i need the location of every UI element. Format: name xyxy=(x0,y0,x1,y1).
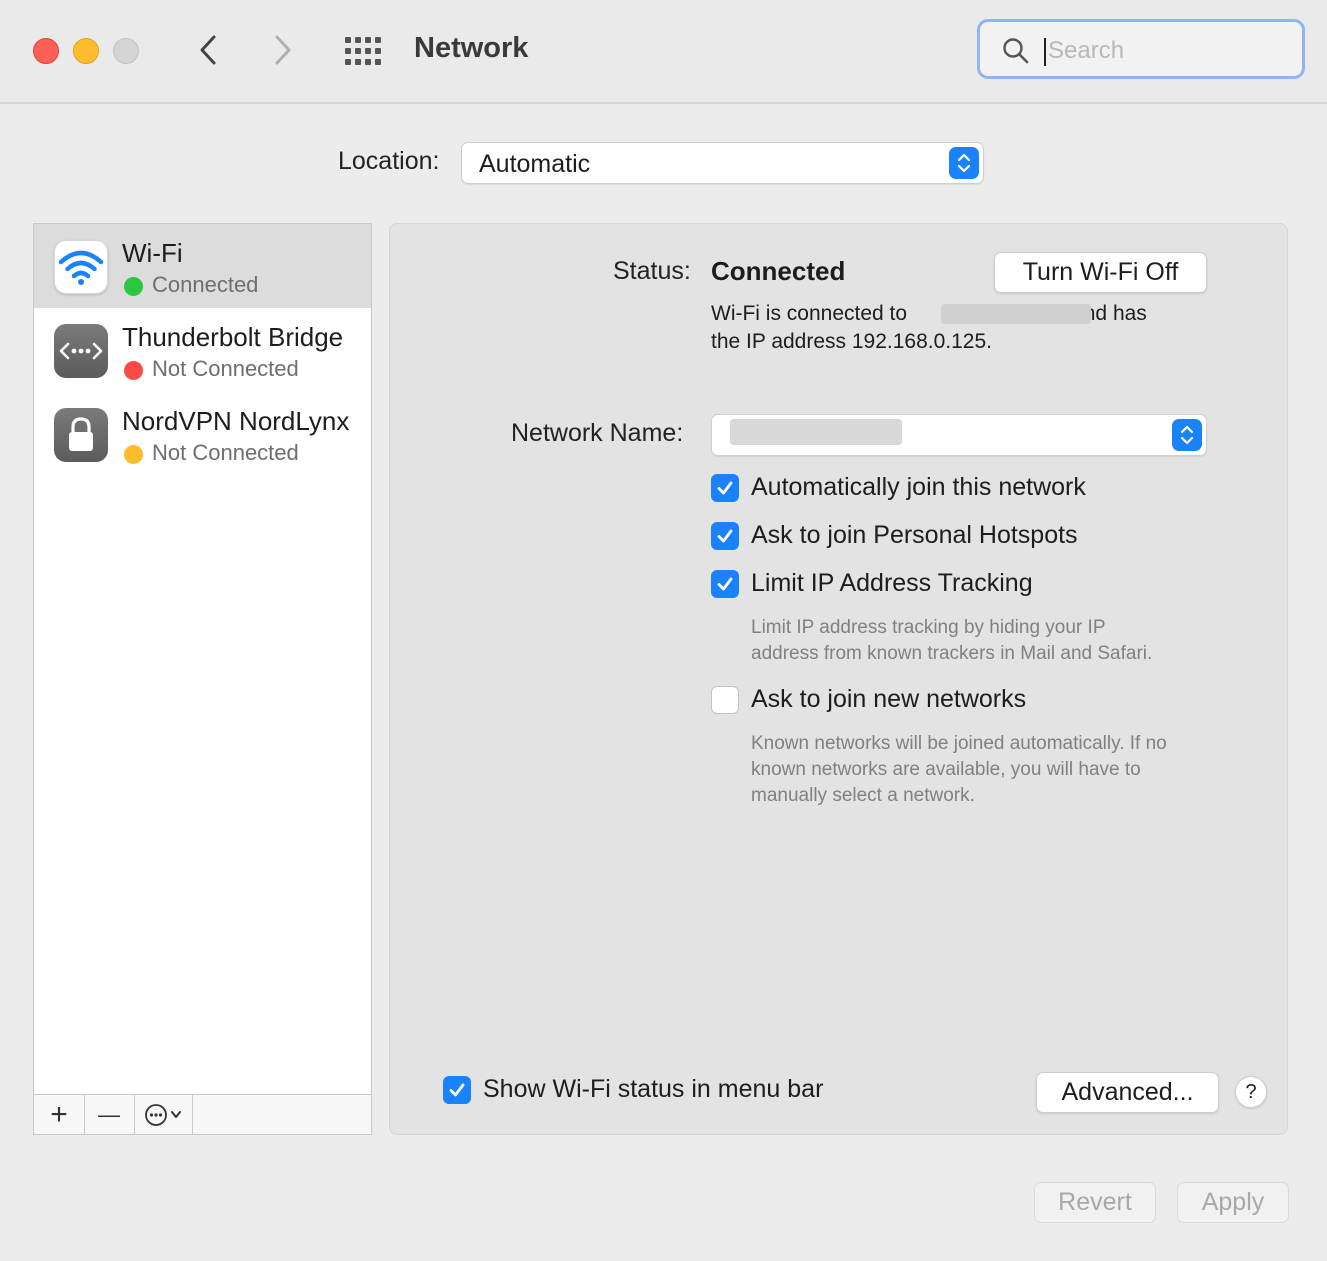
service-status: Not Connected xyxy=(152,356,299,381)
service-name: NordVPN NordLynx xyxy=(122,406,350,436)
checkmark-icon xyxy=(449,1083,465,1097)
chevron-left-icon xyxy=(200,35,216,65)
service-name: Thunderbolt Bridge xyxy=(122,322,344,352)
location-select[interactable]: Automatic xyxy=(461,142,984,184)
location-value: Automatic xyxy=(479,150,591,178)
forward-button[interactable] xyxy=(263,30,303,70)
checkmark-icon xyxy=(717,577,733,591)
limit-ip-help-line1: Limit IP address tracking by hiding your… xyxy=(751,617,1106,638)
status-dot-yellow xyxy=(124,445,143,464)
minimize-window-button[interactable] xyxy=(73,38,99,64)
limit-ip-help-line2: address from known trackers in Mail and … xyxy=(751,643,1153,664)
advanced-button[interactable]: Advanced... xyxy=(1036,1072,1219,1113)
ask-new-networks-checkbox[interactable] xyxy=(711,686,739,714)
desc-text-pre: Wi-Fi is connected to xyxy=(711,302,908,325)
show-wifi-status-label[interactable]: Show Wi-Fi status in menu bar xyxy=(483,1075,823,1104)
service-name: Wi-Fi xyxy=(122,238,183,268)
revert-button[interactable]: Revert xyxy=(1034,1182,1156,1223)
help-button[interactable]: ? xyxy=(1235,1076,1267,1108)
wifi-icon xyxy=(54,240,108,294)
turn-wifi-off-button[interactable]: Turn Wi-Fi Off xyxy=(994,252,1207,293)
redacted-network-name xyxy=(730,419,902,445)
plus-icon: + xyxy=(50,1097,68,1131)
zoom-window-button[interactable] xyxy=(113,38,139,64)
ellipsis-circle-icon xyxy=(145,1103,181,1126)
chevron-right-icon xyxy=(275,35,291,65)
personal-hotspots-label[interactable]: Ask to join Personal Hotspots xyxy=(751,521,1078,550)
back-button[interactable] xyxy=(188,30,228,70)
search-icon xyxy=(1003,38,1029,64)
service-status: Connected xyxy=(152,272,259,297)
thunderbolt-bridge-icon xyxy=(54,324,108,378)
checkmark-icon xyxy=(717,529,733,543)
limit-ip-tracking-label[interactable]: Limit IP Address Tracking xyxy=(751,569,1033,598)
select-stepper-icon xyxy=(1172,419,1202,451)
select-stepper-icon xyxy=(949,147,979,179)
limit-ip-tracking-checkbox[interactable] xyxy=(711,570,739,598)
status-dot-red xyxy=(124,361,143,380)
service-item-thunderbolt-bridge[interactable]: Thunderbolt Bridge Not Connected xyxy=(34,308,371,392)
redacted-network-name xyxy=(941,304,1091,324)
service-actions-button[interactable] xyxy=(134,1095,193,1134)
search-field[interactable] xyxy=(977,19,1305,79)
new-networks-help-line1: Known networks will be joined automatica… xyxy=(751,733,1167,754)
connection-description-line2: the IP address 192.168.0.125. xyxy=(711,330,992,353)
checkmark-icon xyxy=(717,481,733,495)
status-dot-green xyxy=(124,277,143,296)
status-label: Status: xyxy=(613,257,691,285)
personal-hotspots-checkbox[interactable] xyxy=(711,522,739,550)
auto-join-checkbox[interactable] xyxy=(711,474,739,502)
ask-new-networks-label[interactable]: Ask to join new networks xyxy=(751,685,1026,714)
show-wifi-status-checkbox[interactable] xyxy=(443,1076,471,1104)
lock-icon xyxy=(54,408,108,462)
detail-panel xyxy=(389,223,1288,1135)
network-name-label: Network Name: xyxy=(511,419,684,447)
search-input[interactable] xyxy=(1046,30,1280,72)
add-service-button[interactable]: + xyxy=(34,1095,85,1134)
status-value: Connected xyxy=(711,256,846,286)
location-label: Location: xyxy=(338,147,440,175)
network-name-select[interactable] xyxy=(711,414,1207,456)
new-networks-help-line3: manually select a network. xyxy=(751,785,975,806)
service-list-toolbar: + — xyxy=(34,1094,371,1134)
service-item-nordvpn[interactable]: NordVPN NordLynx Not Connected xyxy=(34,392,371,476)
apply-button[interactable]: Apply xyxy=(1177,1182,1289,1223)
close-window-button[interactable] xyxy=(33,38,59,64)
show-all-preferences-button[interactable] xyxy=(344,36,384,66)
title-bar: Network xyxy=(0,0,1327,104)
minus-icon: — xyxy=(98,1101,120,1127)
grid-icon xyxy=(345,37,381,65)
service-list: Wi-Fi Connected Thunderbolt Bridge Not C… xyxy=(33,223,372,1135)
new-networks-help-line2: known networks are available, you will h… xyxy=(751,759,1141,780)
auto-join-label[interactable]: Automatically join this network xyxy=(751,473,1086,502)
window-title: Network xyxy=(414,32,529,64)
remove-service-button[interactable]: — xyxy=(84,1095,135,1134)
service-item-wifi[interactable]: Wi-Fi Connected xyxy=(34,224,371,308)
service-status: Not Connected xyxy=(152,440,299,465)
